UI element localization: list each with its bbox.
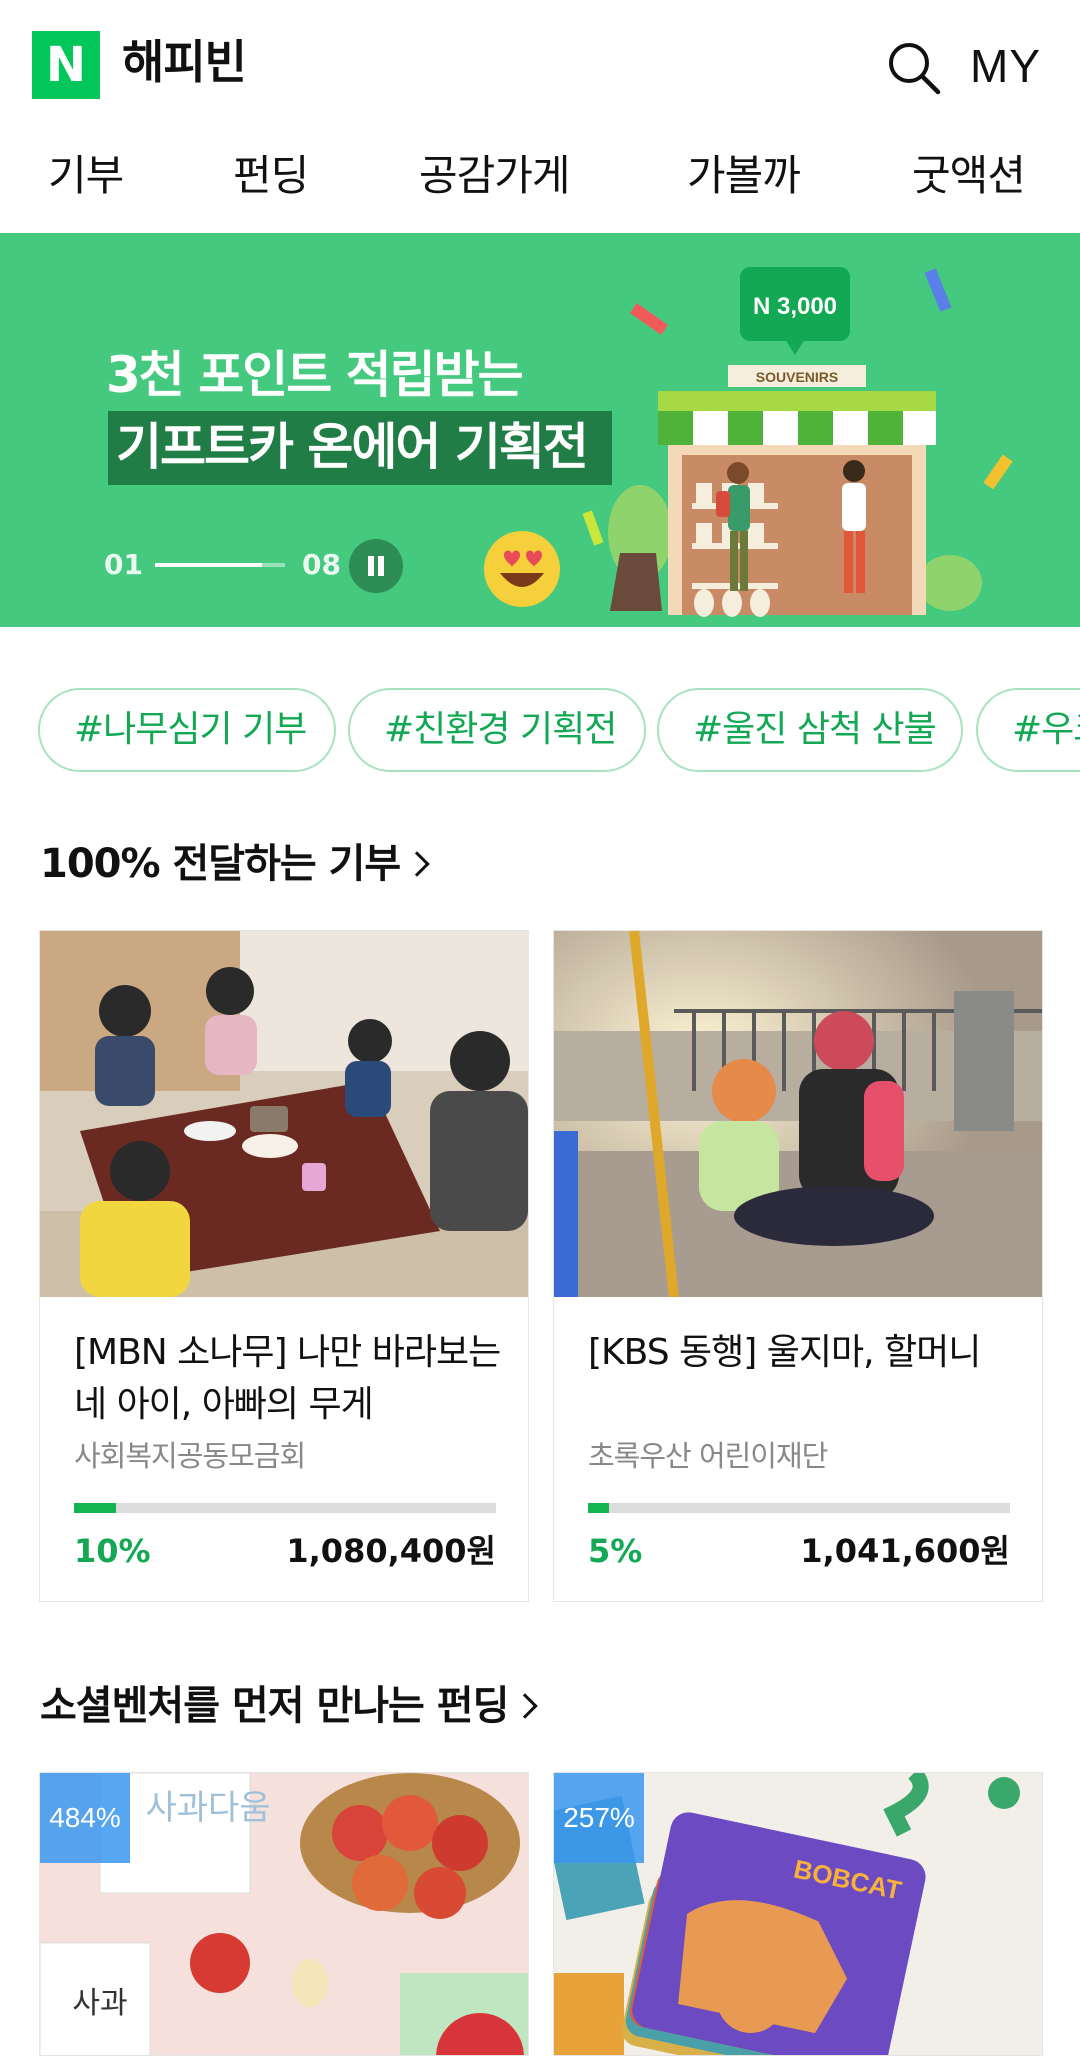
donation-progress-fill xyxy=(588,1503,610,1513)
funding-section-title-text: 소셜벤처를 먼저 만나는 펀딩 xyxy=(40,1683,509,1729)
donation-card-title: [KBS 동행] 울지마, 할머니 xyxy=(588,1332,981,1373)
my-page-link[interactable]: MY xyxy=(970,36,1041,96)
product-pack-text: 사과 xyxy=(72,1986,127,2021)
donation-progress-fill xyxy=(74,1503,117,1513)
banner-headline: 3천 포인트 적립받는 xyxy=(106,346,524,404)
donation-card[interactable]: [MBN 소나무] 나만 바라보는 네 아이, 아빠의 무게 사회복지공동모금회… xyxy=(39,930,529,1602)
funding-card[interactable]: BOBCAT 257% xyxy=(553,1772,1043,2056)
shop-sign-text: SOUVENIRS xyxy=(756,369,838,385)
slide-progress-fill xyxy=(155,563,262,567)
hashtag-chip[interactable]: #우크 xyxy=(976,688,1080,772)
donation-card-image xyxy=(40,931,528,1297)
donation-progress-bar xyxy=(588,1503,1010,1513)
donation-card-org: 초록우산 어린이재단 xyxy=(588,1439,828,1473)
tab-visit[interactable]: 가볼까 xyxy=(687,146,801,206)
funding-percent-badge: 484% xyxy=(40,1773,130,1863)
pause-button[interactable] xyxy=(349,539,403,593)
product-box-text: 사과다움 xyxy=(145,1788,270,1828)
funding-card[interactable]: 사과다움 사과 484% xyxy=(39,1772,529,2056)
hashtag-chip[interactable]: #친환경 기획전 xyxy=(348,688,646,772)
promo-banner[interactable]: 3천 포인트 적립받는 기프트카 온에어 기획전 01 08 N 3,000 S… xyxy=(0,233,1080,627)
slide-total: 08 xyxy=(302,548,341,581)
brand-title[interactable]: 해피빈 xyxy=(122,30,247,94)
tab-funding[interactable]: 펀딩 xyxy=(233,146,309,206)
hashtag-chip[interactable]: #나무심기 기부 xyxy=(38,688,336,772)
chevron-right-icon xyxy=(512,1693,539,1719)
slide-progress xyxy=(155,563,285,567)
donation-percent: 10% xyxy=(74,1532,151,1570)
slide-current: 01 xyxy=(104,548,143,581)
donate-section-title[interactable]: 100% 전달하는 기부 xyxy=(40,836,430,892)
donate-section-title-text: 100% 전달하는 기부 xyxy=(40,841,401,887)
search-icon[interactable] xyxy=(884,38,944,98)
price-tag-text: N 3,000 xyxy=(753,293,837,320)
funding-section-title[interactable]: 소셜벤처를 먼저 만나는 펀딩 xyxy=(40,1678,539,1734)
donation-card[interactable]: [KBS 동행] 울지마, 할머니 초록우산 어린이재단 5% 1,041,60… xyxy=(553,930,1043,1602)
naver-logo[interactable]: N xyxy=(32,31,100,99)
donation-amount: 1,080,400원 xyxy=(286,1532,496,1570)
donation-progress-bar xyxy=(74,1503,496,1513)
hashtag-list: #나무심기 기부 #친환경 기획전 #울진 삼척 산불 #우크 xyxy=(0,688,1080,774)
donation-percent: 5% xyxy=(588,1532,643,1570)
app-header: N 해피빈 MY xyxy=(0,0,1080,130)
donation-amount: 1,041,600원 xyxy=(800,1532,1010,1570)
tab-good-action[interactable]: 굿액션 xyxy=(912,146,1026,206)
hashtag-chip[interactable]: #울진 삼척 산불 xyxy=(657,688,963,772)
donation-card-title: [MBN 소나무] 나만 바라보는 네 아이, 아빠의 무게 xyxy=(74,1332,501,1425)
donation-card-image xyxy=(554,931,1042,1297)
tab-empathy-shop[interactable]: 공감가게 xyxy=(419,146,571,206)
heart-eyes-emoji-icon xyxy=(484,531,560,607)
donation-card-org: 사회복지공동모금회 xyxy=(74,1439,306,1473)
tab-donate[interactable]: 기부 xyxy=(48,146,124,206)
funding-percent-badge: 257% xyxy=(554,1773,644,1863)
chevron-right-icon xyxy=(404,851,430,877)
main-nav: 기부 펀딩 공감가게 가볼까 굿액션 xyxy=(0,140,1080,232)
